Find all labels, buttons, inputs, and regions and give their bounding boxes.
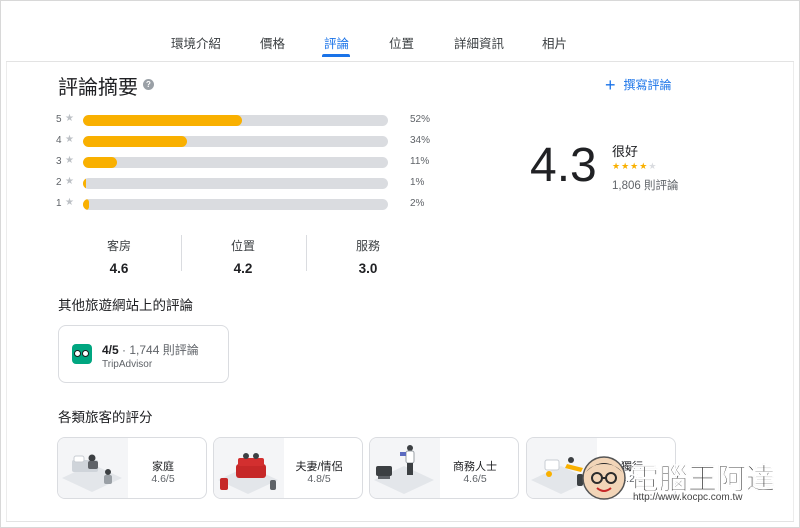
histogram-percent: 34%: [410, 135, 431, 146]
tab-reviews[interactable]: 評論: [324, 33, 349, 52]
overall-score: 4.3: [530, 139, 597, 192]
tab-details[interactable]: 詳細資訊: [454, 33, 504, 52]
traveler-type-label: 商務人士: [453, 461, 497, 473]
traveler-type-label: 夫妻/情侶: [295, 461, 343, 473]
write-review-label: 撰寫評論: [623, 78, 672, 92]
star-empty-icon: ★: [648, 161, 658, 171]
question-circle-icon[interactable]: ?: [143, 79, 154, 90]
histogram-fill: [83, 136, 187, 147]
star-filled-icon: ★: [612, 161, 622, 171]
left-border: [6, 62, 7, 522]
mascot-face-icon: [582, 456, 626, 500]
couple-illustration-icon: [214, 438, 284, 498]
tripadvisor-owl-icon: [72, 344, 92, 364]
tab-location[interactable]: 位置: [389, 33, 414, 52]
site-review-card-tripadvisor[interactable]: 4/5 · 1,744 則評論 TripAdvisor: [58, 325, 229, 383]
histogram-star-count: 3: [56, 156, 62, 167]
histogram-row-5[interactable]: 5 ★ 52%: [56, 113, 456, 128]
aspect-label: 客房: [106, 239, 131, 253]
histogram-fill: [83, 115, 242, 126]
histogram-row-3[interactable]: 3 ★ 11%: [56, 155, 456, 170]
histogram-percent: 1%: [410, 177, 425, 188]
histogram-track: [83, 115, 388, 126]
histogram-percent: 2%: [410, 198, 425, 209]
site-rating-separator: ·: [118, 343, 130, 357]
aspect-location: 位置 4.2: [193, 237, 293, 276]
aspect-value: 4.2: [233, 261, 253, 276]
histogram-row-2[interactable]: 2 ★ 1%: [56, 176, 456, 191]
aspect-rooms: 客房 4.6: [69, 237, 169, 276]
site-name: TripAdvisor: [102, 359, 153, 370]
other-sites-title: 其他旅遊網站上的評論: [58, 298, 193, 313]
star-filled-icon: ★: [630, 161, 640, 171]
star-icon: ★: [65, 113, 74, 124]
histogram-fill: [83, 157, 117, 168]
bottom-border: [6, 521, 794, 522]
traveler-type-label: 家庭: [152, 461, 174, 473]
write-review-button[interactable]: + 撰寫評論: [605, 74, 672, 95]
traveler-card-family[interactable]: 家庭 4.6/5: [57, 437, 207, 499]
tab-photos[interactable]: 相片: [542, 33, 567, 52]
traveler-types-title: 各類旅客的評分: [58, 410, 153, 425]
histogram-track: [83, 178, 388, 189]
site-rating-value: 4/5: [102, 343, 119, 357]
histogram-star-count: 5: [56, 114, 62, 125]
histogram-fill: [83, 178, 87, 189]
histogram-track: [83, 136, 388, 147]
histogram-percent: 52%: [410, 114, 431, 125]
tab-prices[interactable]: 價格: [260, 33, 285, 52]
histogram-track: [83, 199, 388, 210]
aspect-value: 4.6: [109, 261, 129, 276]
aspect-divider: [181, 235, 182, 271]
star-filled-icon: ★: [621, 161, 631, 171]
family-illustration-icon: [58, 438, 128, 498]
histogram-track: [83, 157, 388, 168]
histogram-star-count: 1: [56, 198, 62, 209]
traveler-type-score: 4.8/5: [307, 473, 331, 485]
histogram-row-1[interactable]: 1 ★ 2%: [56, 197, 456, 212]
histogram-row-4[interactable]: 4 ★ 34%: [56, 134, 456, 149]
section-tabs: 環境介紹 價格 評論 位置 詳細資訊 相片: [6, 0, 794, 62]
business-illustration-icon: [370, 438, 440, 498]
star-icon: ★: [65, 155, 74, 166]
plus-icon: +: [605, 74, 616, 95]
right-border: [793, 62, 794, 522]
watermark: 電腦王阿達 http://www.kocpc.com.tw: [580, 452, 780, 507]
histogram-fill: [83, 199, 90, 210]
histogram-star-count: 4: [56, 135, 62, 146]
review-count[interactable]: 1,806 則評論: [612, 177, 678, 193]
aspect-label: 服務: [355, 239, 380, 253]
aspect-label: 位置: [230, 239, 255, 253]
watermark-url: http://www.kocpc.com.tw: [633, 492, 743, 503]
site-rating: 4/5 · 1,744 則評論: [102, 341, 199, 358]
tab-overview[interactable]: 環境介紹: [171, 33, 221, 52]
aspect-service: 服務 3.0: [318, 237, 418, 276]
traveler-card-business[interactable]: 商務人士 4.6/5: [369, 437, 519, 499]
site-review-count: 1,744 則評論: [129, 343, 199, 357]
star-icon: ★: [65, 197, 74, 208]
histogram-star-count: 2: [56, 177, 62, 188]
star-icon: ★: [65, 134, 74, 145]
traveler-type-score: 4.6/5: [463, 473, 487, 485]
overall-star-rating: ★★★★★: [612, 161, 657, 172]
star-filled-icon: ★: [639, 161, 649, 171]
aspect-divider: [306, 235, 307, 271]
traveler-card-couple[interactable]: 夫妻/情侶 4.8/5: [213, 437, 363, 499]
overall-score-label: 很好: [612, 144, 639, 159]
traveler-type-score: 4.6/5: [151, 473, 175, 485]
histogram-percent: 11%: [410, 156, 430, 167]
star-icon: ★: [65, 176, 74, 187]
review-summary-title: 評論摘要: [58, 77, 138, 99]
aspect-value: 3.0: [358, 261, 378, 276]
active-tab-indicator: [322, 54, 350, 57]
